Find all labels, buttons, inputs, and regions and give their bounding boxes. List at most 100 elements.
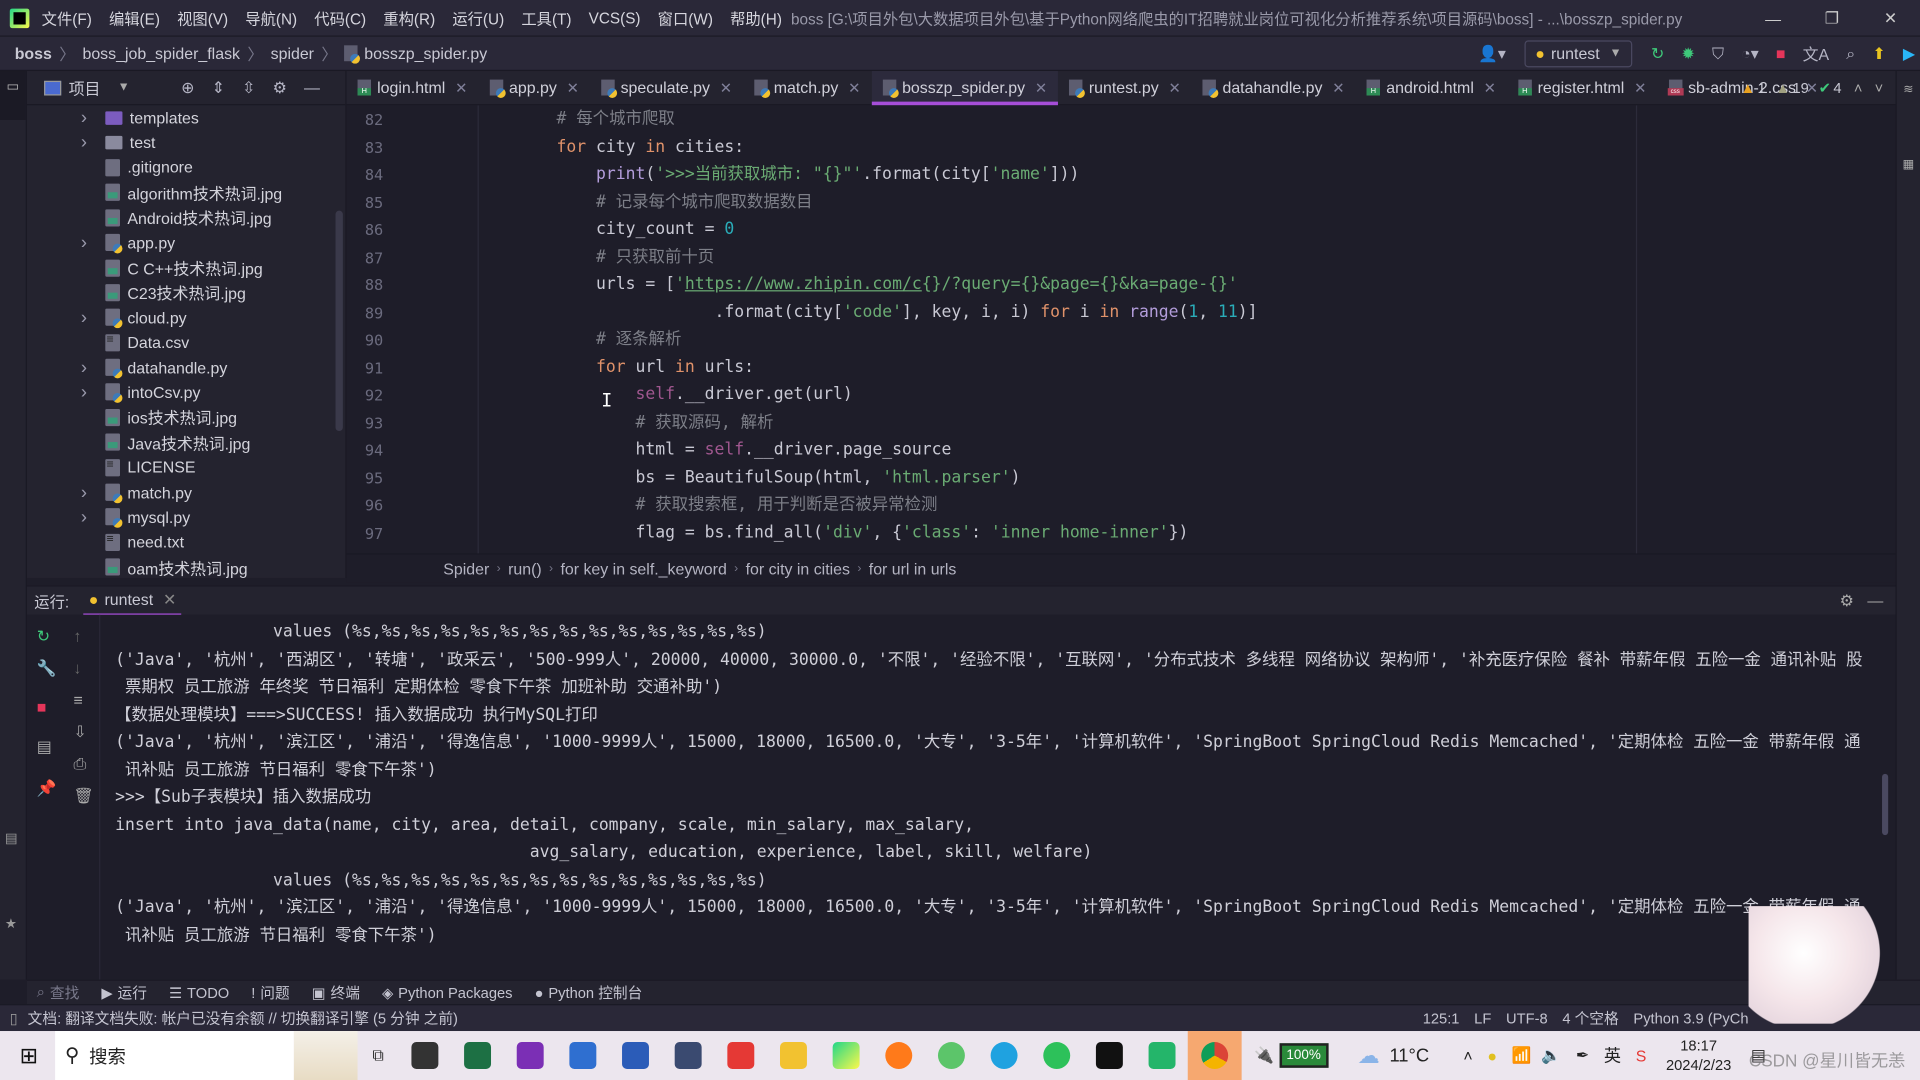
rerun-icon[interactable]: ↻ [37, 627, 50, 647]
chrome-app-icon[interactable] [1188, 1031, 1243, 1080]
debug-icon[interactable]: ✹ [1681, 43, 1694, 63]
tool-tab[interactable]: ● Python 控制台 [535, 982, 643, 1003]
tool-tab[interactable]: ▣ 终端 [312, 982, 360, 1003]
tool-tab[interactable]: ⌕ 查找 [37, 982, 80, 1003]
layout-icon[interactable]: ▤ [37, 737, 52, 757]
line-separator[interactable]: LF [1474, 1010, 1491, 1027]
gear-icon[interactable]: ⚙ [273, 78, 287, 98]
search-icon[interactable]: ⌕ [1846, 43, 1855, 63]
close-icon[interactable]: ✕ [1332, 79, 1344, 96]
weather-temperature[interactable]: 11°C [1389, 1045, 1429, 1066]
tree-item[interactable]: Java技术热词.jpg [27, 430, 345, 455]
run-tab[interactable]: ● runtest ✕ [83, 586, 182, 616]
menu-item[interactable]: 运行(U) [452, 6, 504, 29]
close-window-button[interactable]: ✕ [1861, 9, 1920, 29]
tool-tab[interactable]: ▶ 运行 [101, 982, 147, 1003]
coverage-icon[interactable]: ⛉ [1712, 43, 1724, 63]
restore-button[interactable]: ❐ [1802, 9, 1861, 29]
breadcrumb-item[interactable]: spider [271, 44, 314, 62]
close-icon[interactable]: ✕ [720, 79, 732, 96]
menu-item[interactable]: 导航(N) [245, 6, 297, 29]
hide-icon[interactable]: — [1867, 591, 1883, 609]
editor-tab[interactable]: login.html ✕ [347, 70, 479, 104]
stop-icon[interactable]: ■ [37, 698, 47, 716]
tree-item[interactable]: oam技术热词.jpg [27, 555, 345, 580]
menu-item[interactable]: 重构(R) [383, 6, 435, 29]
soft-wrap-icon[interactable]: ≡ [73, 691, 82, 709]
close-icon[interactable]: ✕ [455, 79, 467, 96]
close-icon[interactable]: ✕ [1169, 79, 1181, 96]
editor-tab[interactable]: register.html ✕ [1507, 70, 1657, 104]
project-title[interactable]: 项目 [69, 76, 101, 99]
editor-tab[interactable]: android.html ✕ [1356, 70, 1507, 104]
editor-tab[interactable]: app.py ✕ [478, 70, 590, 104]
close-icon[interactable]: ✕ [1634, 79, 1646, 96]
chevron-right-icon[interactable]: › [81, 307, 96, 328]
caret-position[interactable]: 125:1 [1423, 1010, 1460, 1027]
code-breadcrumb-item[interactable]: for key in self._keyword [560, 560, 726, 578]
user-icon[interactable]: 👤▾ [1478, 43, 1506, 63]
menu-item[interactable]: VCS(S) [589, 9, 641, 26]
print-icon[interactable]: ⎙ [73, 754, 86, 774]
chevron-right-icon[interactable]: › [81, 232, 96, 253]
tree-item[interactable]: › mysql.py [27, 505, 345, 530]
visio-app-icon[interactable] [569, 1042, 597, 1069]
show-hidden-icons-icon[interactable]: ˄ [1463, 1046, 1472, 1064]
chevron-right-icon[interactable]: › [81, 132, 96, 153]
tree-item[interactable]: LICENSE [27, 455, 345, 480]
profile-icon[interactable]: ◔▾ [1741, 43, 1759, 63]
console-scrollbar[interactable] [1882, 773, 1889, 836]
collapse-all-icon[interactable]: ⇳ [242, 78, 255, 98]
wps-app-icon[interactable] [727, 1042, 755, 1069]
navicat-app-icon[interactable] [937, 1042, 965, 1069]
windows-start-icon[interactable]: ⊞ [20, 1043, 38, 1069]
capcut-app-icon[interactable] [1095, 1042, 1123, 1069]
tree-item[interactable]: › intoCsv.py [27, 380, 345, 405]
expand-all-icon[interactable]: ⇕ [212, 78, 225, 98]
sciview-icon[interactable]: ▦ [1897, 158, 1920, 171]
tree-item[interactable]: › match.py [27, 480, 345, 505]
tree-item[interactable]: › cloud.py [27, 305, 345, 330]
menu-item[interactable]: 视图(V) [177, 6, 228, 29]
scroll-to-end-icon[interactable]: ⇩ [73, 722, 86, 742]
update-icon[interactable]: ⬆ [1872, 43, 1885, 63]
structure-tool-button[interactable]: ▤ [5, 830, 18, 846]
scrollbar[interactable] [335, 210, 343, 432]
code-editor[interactable]: 82 # 每个城市爬取 83 for city in cities: 84 prin… [346, 105, 1896, 554]
tree-item[interactable]: ios技术热词.jpg [27, 405, 345, 430]
chevron-right-icon[interactable]: › [81, 107, 96, 128]
tree-item[interactable]: › app.py [27, 230, 345, 255]
file-explorer-app-icon[interactable] [779, 1042, 807, 1069]
chevron-down-icon[interactable]: ▼ [118, 81, 130, 94]
code-breadcrumb-item[interactable]: for city in cities [746, 560, 850, 578]
wifi-icon[interactable]: 📶 [1512, 1046, 1532, 1066]
onenote-app-icon[interactable] [516, 1042, 544, 1069]
locate-icon[interactable]: ⊕ [181, 78, 194, 98]
status-message[interactable]: 文档: 翻译文档失败: 帐户已没有余额 // 切换翻译引擎 (5 分钟 之前) [28, 1008, 458, 1029]
word-app-icon[interactable] [621, 1042, 649, 1069]
breadcrumb-item[interactable]: boss_job_spider_flask [82, 44, 240, 62]
vpn-app-icon[interactable] [1148, 1042, 1176, 1069]
python-interpreter[interactable]: Python 3.9 (PyCh [1633, 1010, 1748, 1027]
gear-icon[interactable]: ⚙ [1840, 591, 1854, 611]
tree-item[interactable]: Android技术热词.jpg [27, 205, 345, 230]
close-icon[interactable]: ✕ [567, 79, 579, 96]
editor-tab[interactable]: datahandle.py ✕ [1192, 70, 1356, 104]
next-highlight-icon[interactable]: ˅ [1875, 79, 1884, 96]
tool-tab[interactable]: ☰ TODO [169, 984, 229, 1001]
previous-highlight-icon[interactable]: ˄ [1854, 79, 1863, 96]
close-icon[interactable]: ✕ [1484, 79, 1496, 96]
tree-item[interactable]: C C++技术热词.jpg [27, 255, 345, 280]
code-breadcrumb-item[interactable]: Spider [443, 560, 489, 578]
jetbrains-icon[interactable]: ▶ [1903, 43, 1915, 63]
menu-item[interactable]: 帮助(H) [730, 6, 782, 29]
chevron-right-icon[interactable]: › [81, 382, 96, 403]
close-icon[interactable]: ✕ [1035, 79, 1047, 96]
battery-indicator[interactable]: 100% [1279, 1043, 1329, 1068]
tree-item[interactable]: C23技术热词.jpg [27, 280, 345, 305]
firefox-app-icon[interactable] [885, 1042, 913, 1069]
editor-tab[interactable]: speculate.py ✕ [590, 70, 743, 104]
rerun-icon[interactable]: ↻ [1651, 43, 1664, 63]
chevron-right-icon[interactable]: › [81, 357, 96, 378]
stop-icon[interactable]: ■ [1776, 44, 1786, 62]
